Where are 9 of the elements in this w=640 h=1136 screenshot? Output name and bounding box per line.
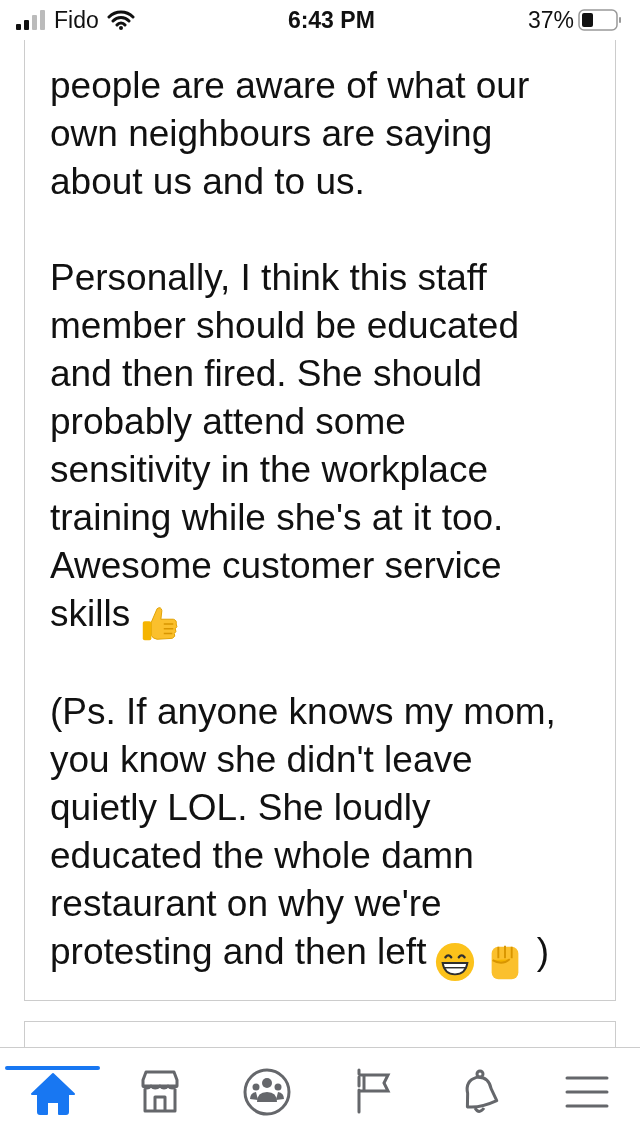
carrier-name: Fido bbox=[54, 5, 99, 35]
post-paragraph: people are aware of what our own neighbours are saying about us and to us. bbox=[50, 64, 531, 204]
wifi-icon bbox=[106, 10, 135, 30]
clock-time: 6:43 PM bbox=[287, 5, 375, 35]
battery-percent: 37% bbox=[527, 5, 574, 35]
signal-icon bbox=[16, 10, 46, 30]
battery-icon bbox=[578, 9, 622, 31]
post-paragraph: Personally, I think this staff member should be educated and then fired. She should probably attend some sensitivity in the workplace training while she's at it too. Awesome customer service skills bbox=[50, 254, 595, 640]
post-paragraph: (Ps. If anyone knows my mom, you know she didn't leave quietly LOL. She loudly educated the whole damn restaurant on why we're protesting and then left ) bbox=[50, 688, 595, 978]
